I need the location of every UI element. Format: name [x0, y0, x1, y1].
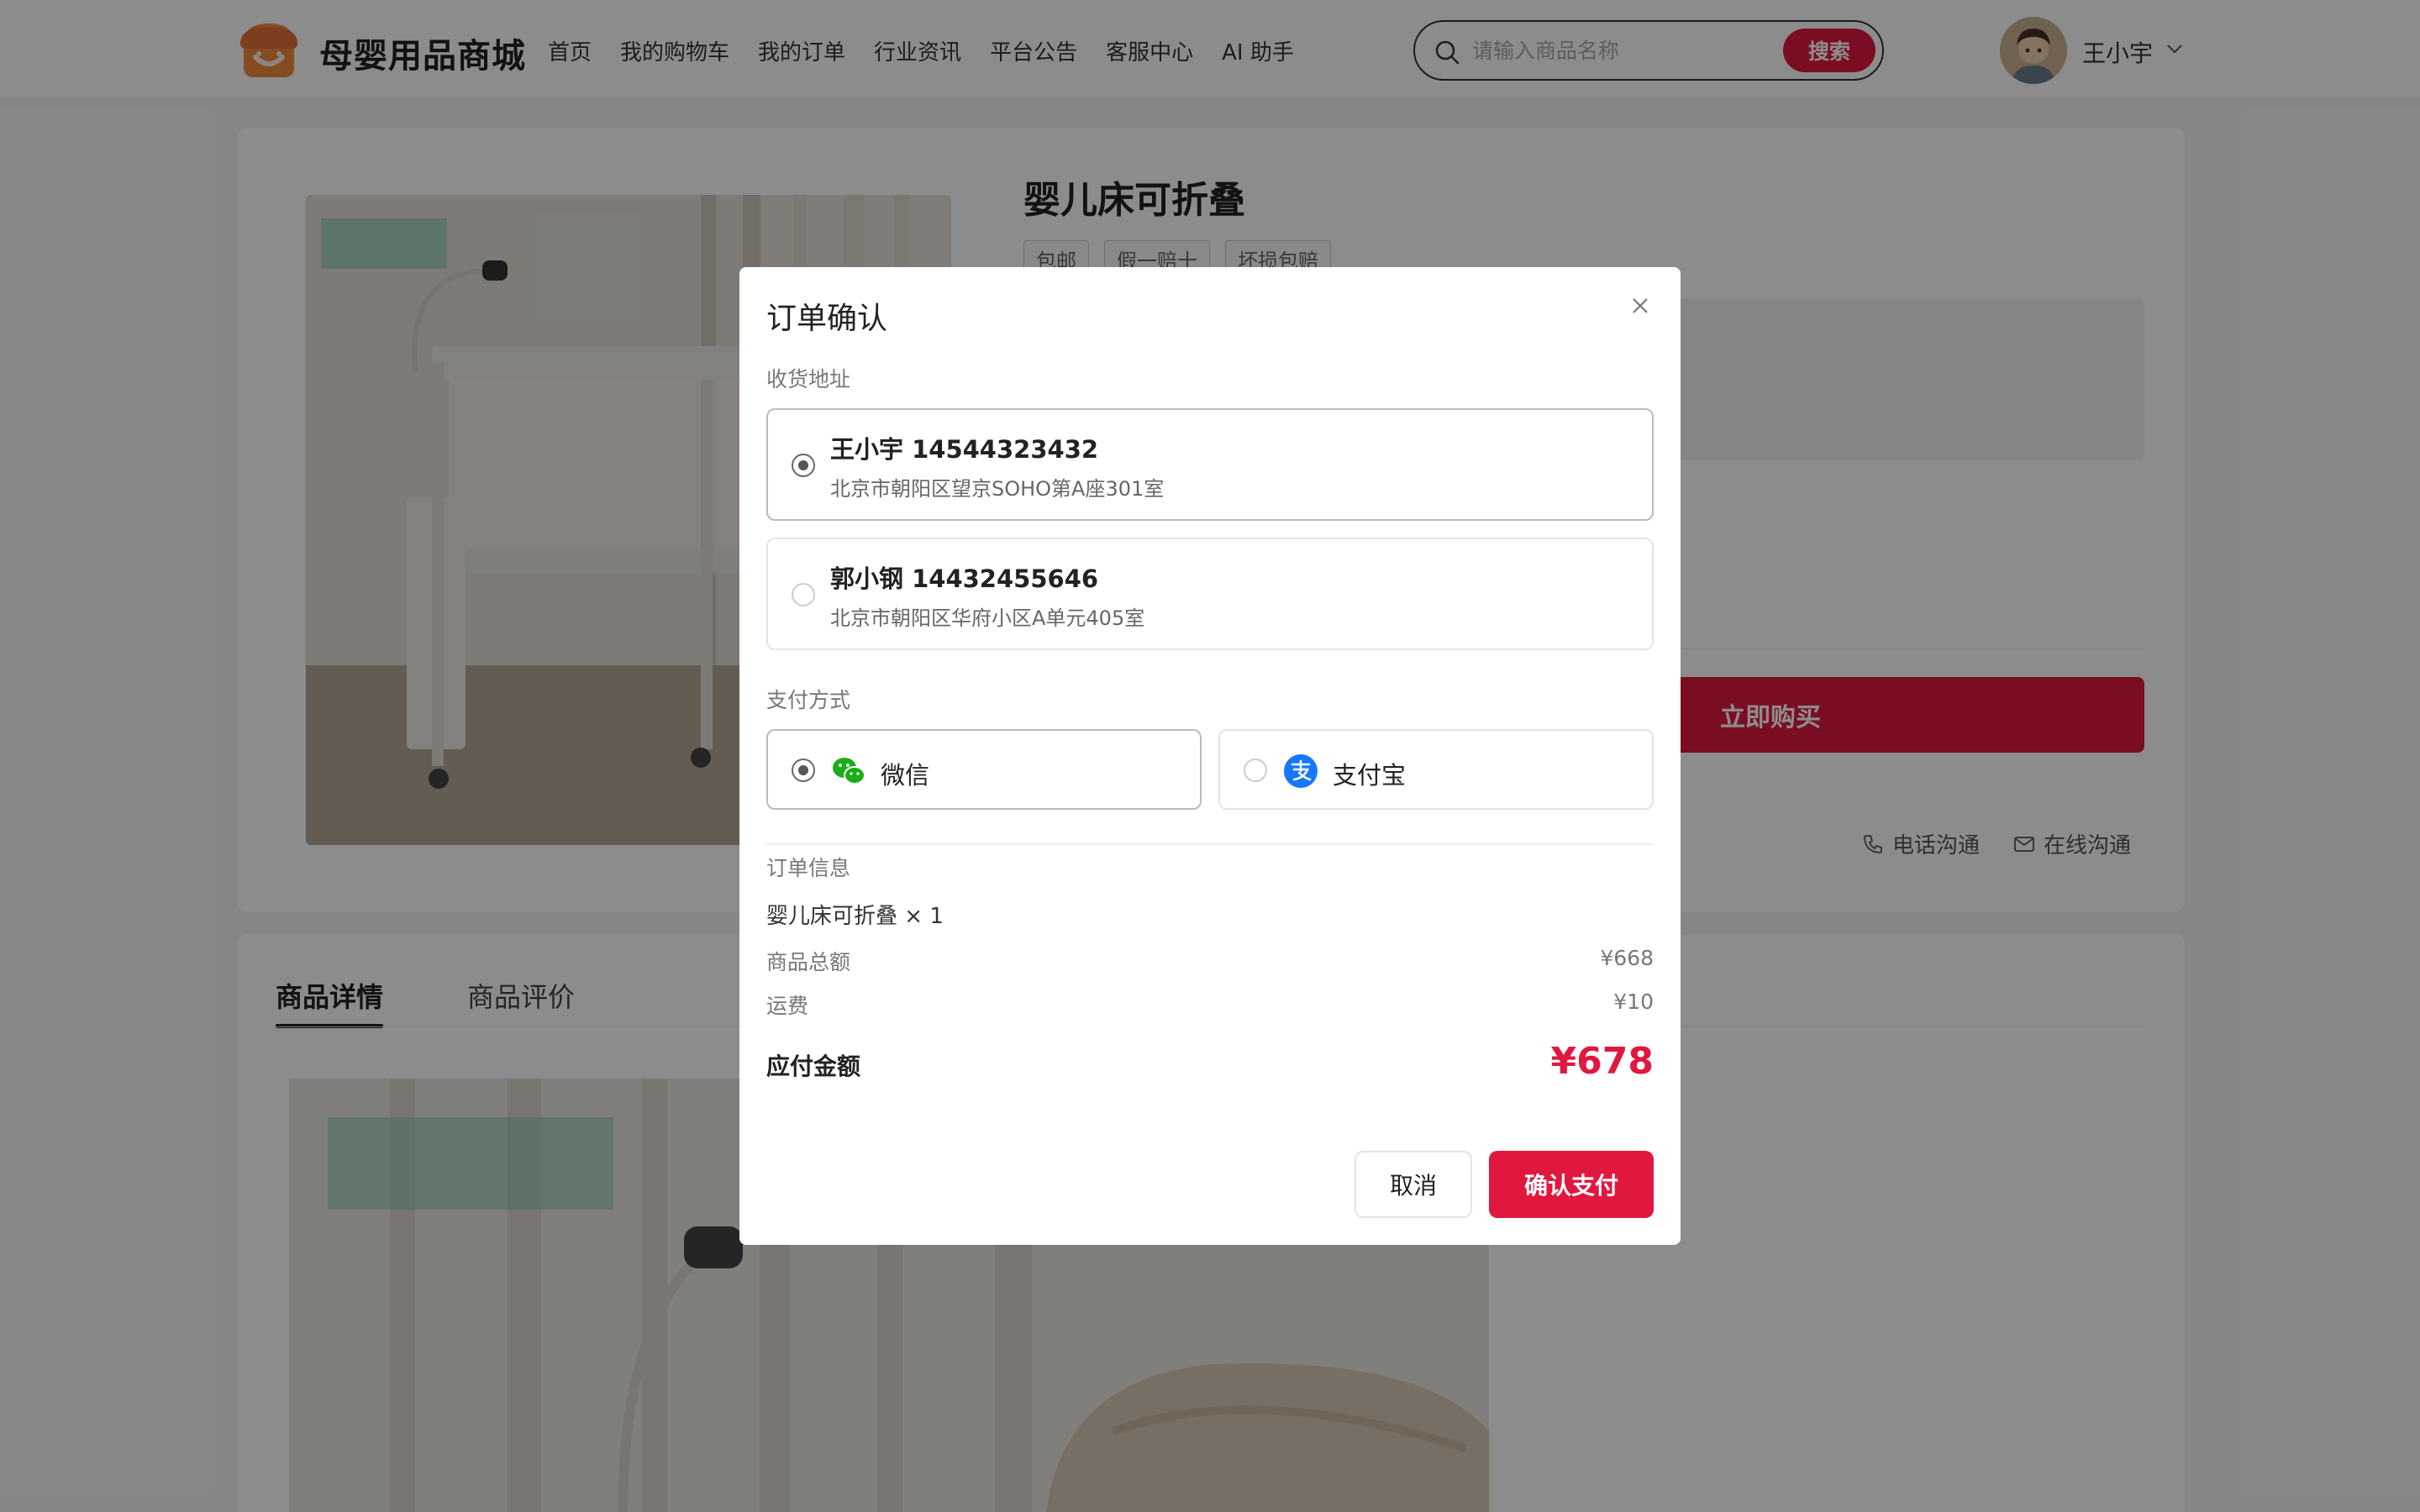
- subtotal-row: 商品总额 ¥668: [766, 946, 1654, 976]
- cancel-button[interactable]: 取消: [1355, 1151, 1472, 1218]
- total-label: 应付金额: [766, 1053, 861, 1080]
- shipping-value: ¥10: [1613, 990, 1654, 1014]
- total-row: 应付金额 ¥678: [766, 1040, 1654, 1083]
- order-confirm-dialog: 订单确认 收货地址 王小宇 14544323432 北京市朝阳区望京SOHO第A…: [739, 267, 1681, 1245]
- payment-section-label: 支付方式: [766, 688, 851, 712]
- address-radio-1[interactable]: [792, 454, 815, 477]
- payment-label-wechat: 微信: [881, 761, 930, 790]
- payment-radio-alipay[interactable]: [1244, 759, 1267, 782]
- address-name-2: 郭小钢 14432455646: [830, 564, 1099, 593]
- address-line-1: 北京市朝阳区望京SOHO第A座301室: [830, 477, 1165, 501]
- address-section-label: 收货地址: [766, 367, 851, 391]
- subtotal-value: ¥668: [1600, 946, 1654, 970]
- alipay-icon: [1284, 754, 1318, 788]
- wechat-icon: [833, 758, 865, 785]
- payment-option-wechat[interactable]: 微信: [766, 729, 1202, 810]
- total-value: ¥678: [1550, 1040, 1654, 1083]
- payment-option-alipay[interactable]: 支付宝: [1218, 729, 1654, 810]
- shipping-row: 运费 ¥10: [766, 990, 1654, 1020]
- order-info-label: 订单信息: [766, 856, 851, 880]
- address-option-2[interactable]: 郭小钢 14432455646 北京市朝阳区华府小区A单元405室: [766, 538, 1654, 650]
- subtotal-label: 商品总额: [766, 950, 851, 974]
- address-radio-2[interactable]: [792, 583, 815, 606]
- payment-label-alipay: 支付宝: [1333, 761, 1407, 790]
- close-icon[interactable]: [1627, 292, 1654, 319]
- dialog-divider: [766, 843, 1654, 845]
- address-option-1[interactable]: 王小宇 14544323432 北京市朝阳区望京SOHO第A座301室: [766, 408, 1654, 521]
- address-name-1: 王小宇 14544323432: [830, 435, 1099, 464]
- shipping-label: 运费: [766, 994, 809, 1018]
- order-item-line: 婴儿床可折叠 × 1: [766, 904, 944, 929]
- payment-radio-wechat[interactable]: [792, 759, 815, 782]
- address-line-2: 北京市朝阳区华府小区A单元405室: [830, 606, 1145, 630]
- dialog-title: 订单确认: [766, 302, 888, 336]
- confirm-payment-button[interactable]: 确认支付: [1489, 1151, 1654, 1218]
